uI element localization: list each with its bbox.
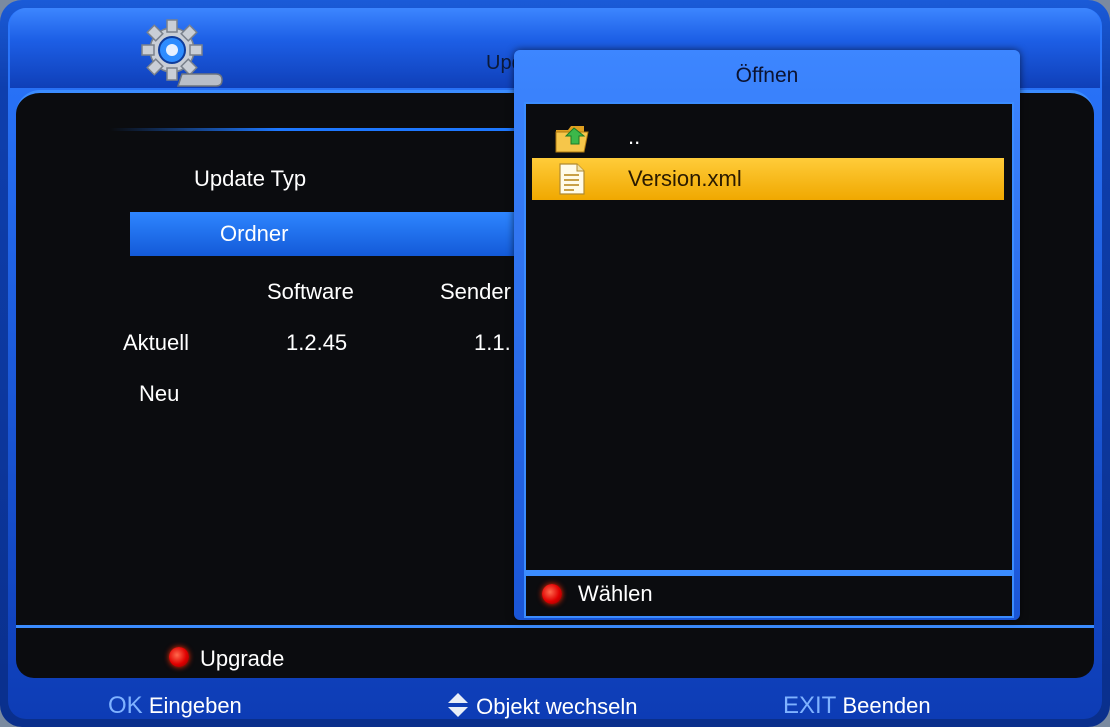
- file-list: .. Version.xml: [524, 102, 1014, 572]
- current-sender-version: 1.1.: [474, 330, 511, 355]
- open-file-dialog: Öffnen .. Version.xml Wählen: [514, 50, 1020, 620]
- upgrade-action[interactable]: Upgrade: [200, 646, 284, 672]
- exit-hint-label: Beenden: [842, 693, 931, 718]
- exit-key: EXIT: [783, 692, 837, 719]
- select-action[interactable]: Wählen: [578, 581, 653, 607]
- current-software-version: 1.2.45: [286, 330, 348, 355]
- ok-key: OK: [108, 692, 143, 719]
- update-type-value: Ordner: [220, 221, 289, 246]
- document-icon: [559, 163, 585, 195]
- list-item-version-xml[interactable]: Version.xml: [532, 158, 1004, 200]
- settings-gear-icon: [141, 19, 223, 87]
- navigate-hint: Objekt wechseln: [446, 692, 638, 720]
- column-header-software: Software: [267, 279, 354, 304]
- red-button-icon: [542, 584, 562, 604]
- ok-hint-label: Eingeben: [148, 693, 242, 718]
- exit-hint: EXIT Beenden: [783, 692, 931, 720]
- list-item-label: Version.xml: [628, 166, 742, 191]
- update-type-selector[interactable]: Ordner: [130, 212, 520, 256]
- content-divider: [110, 128, 530, 131]
- ok-hint: OK Eingeben: [108, 692, 242, 720]
- dialog-title: Öffnen: [735, 64, 799, 87]
- column-header-sender: Sender: [440, 279, 511, 304]
- update-type-label: Update Typ: [194, 166, 307, 191]
- list-item-label: ..: [628, 124, 641, 149]
- row-label-current: Aktuell: [123, 330, 190, 355]
- list-item-parent-folder[interactable]: ..: [532, 116, 1004, 158]
- folder-up-icon: [555, 126, 589, 153]
- row-label-new: Neu: [139, 381, 180, 406]
- up-down-arrows-icon: [448, 693, 468, 717]
- red-button-icon: [169, 647, 189, 667]
- footer-bar: Upgrade: [16, 625, 1094, 678]
- dialog-footer: Wählen: [524, 572, 1014, 618]
- key-hints-bar: OK Eingeben Objekt wechseln EXIT Beenden: [0, 680, 1110, 727]
- navigate-hint-label: Objekt wechseln: [476, 694, 638, 719]
